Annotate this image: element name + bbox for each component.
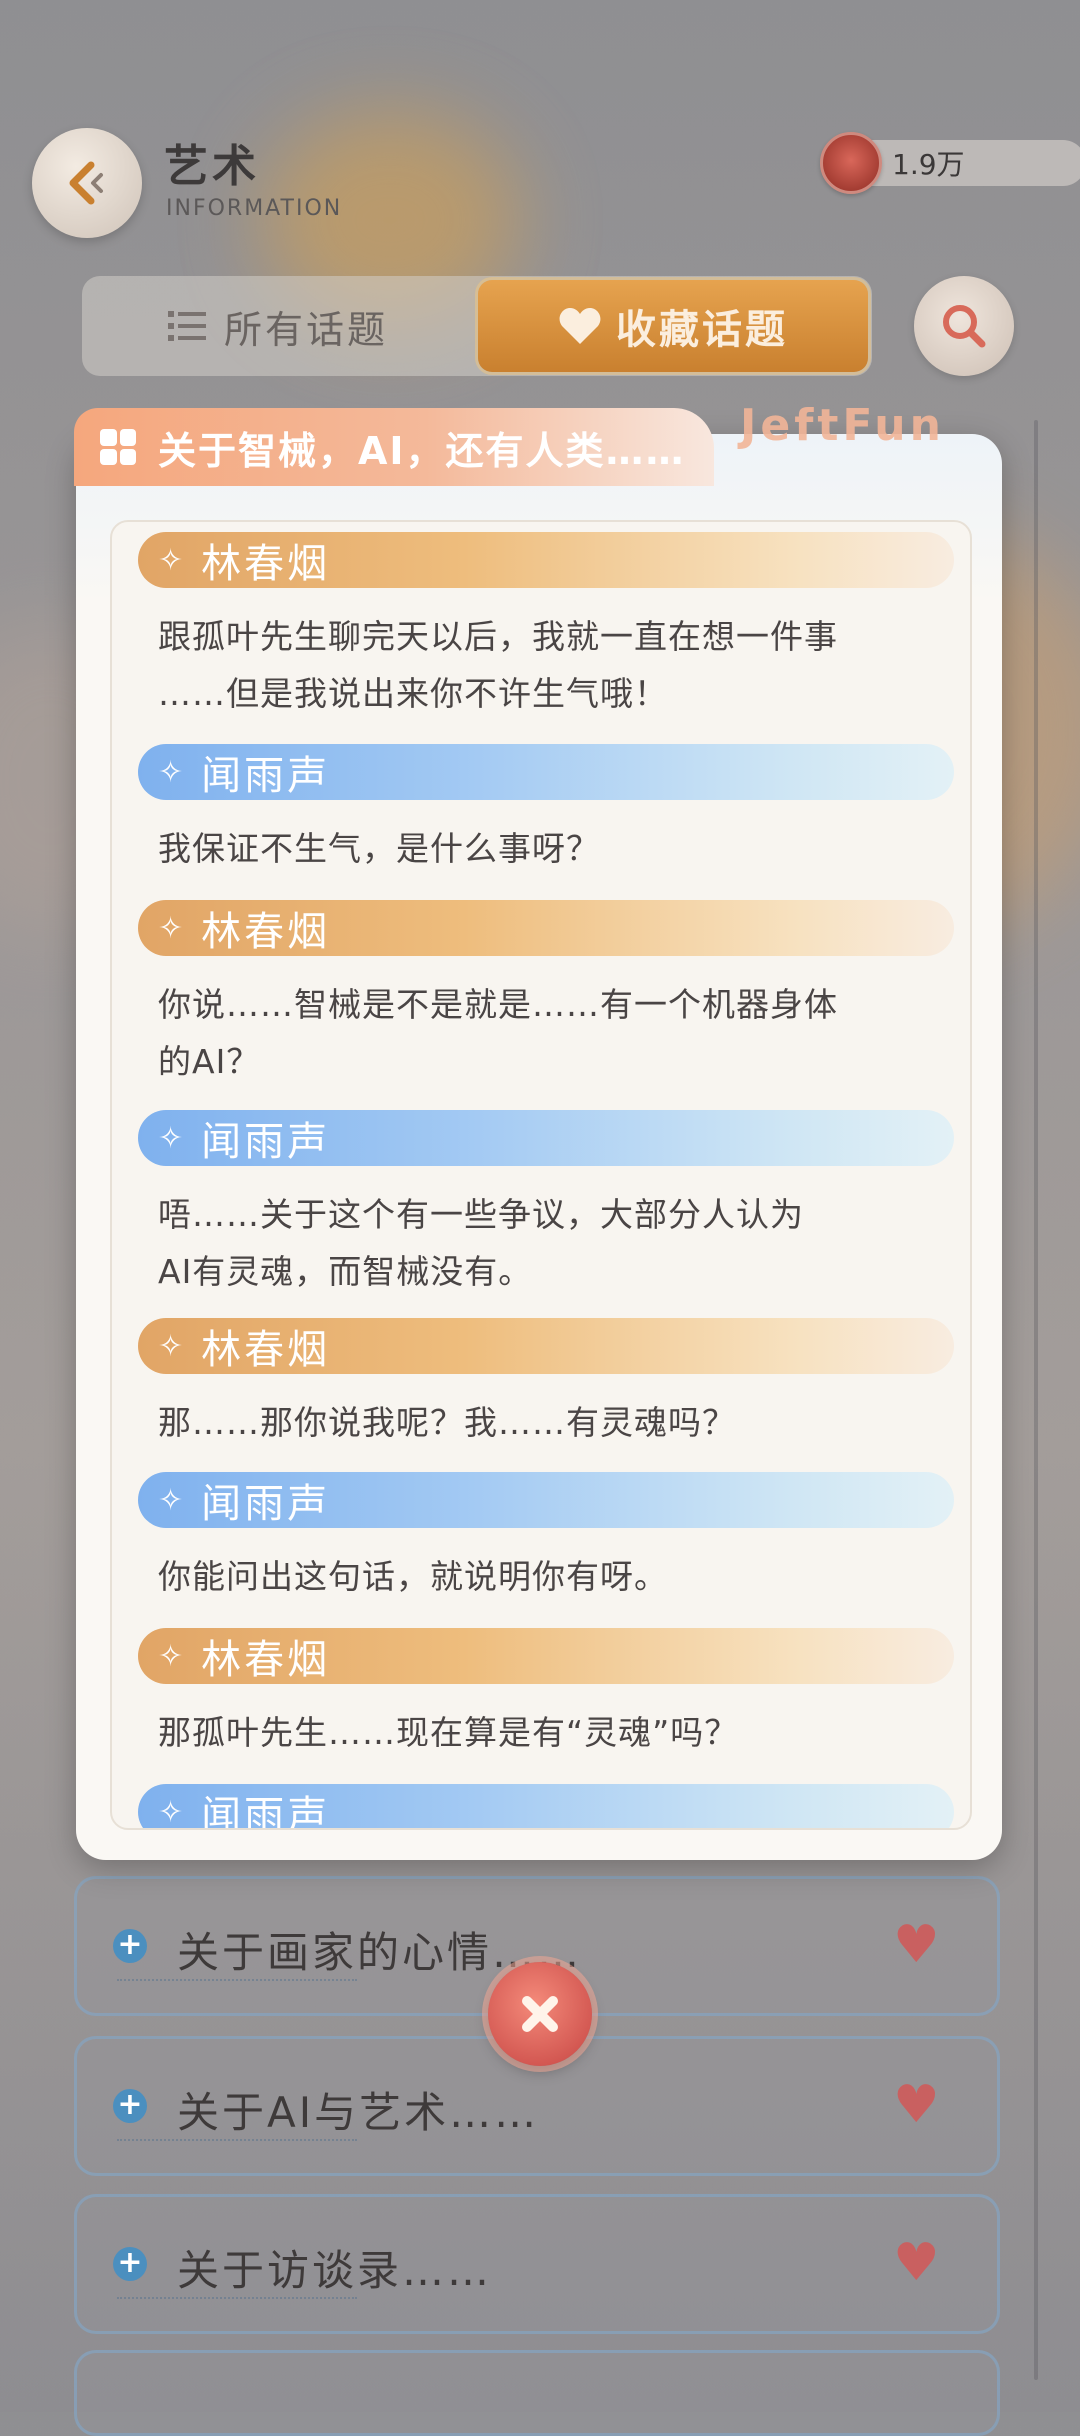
sparkle-icon: ✧ [158,1638,184,1674]
speaker-tag: ✧ 林春烟 [138,1318,954,1374]
topic-label: 关于访谈录…… [177,2246,493,2295]
close-button[interactable] [488,1962,592,2066]
sparkle-icon: ✧ [158,910,184,946]
topic-label: 关于AI与艺术…… [177,2088,540,2137]
search-icon [943,305,986,348]
add-icon: + [113,1929,147,1963]
ghost-text: JeftFun [740,400,945,451]
scrollbar[interactable] [1034,420,1038,2380]
favorite-heart-icon[interactable]: ♥ [893,2233,940,2293]
currency-value: 1.9万 [892,148,965,181]
sparkle-icon: ✧ [158,1794,184,1830]
speaker-tag: ✧ 林春烟 [138,900,954,956]
speaker-name: 林春烟 [201,541,331,587]
speaker-tag: ✧ 林春烟 [138,1628,954,1684]
speaker-name: 闻雨声 [201,1119,331,1165]
dialog-title: 关于智械，AI，还有人类…… [158,428,686,473]
message-line: 唔……关于这个有一些争议，大部分人认为 [158,1195,804,1234]
message-line: 跟孤叶先生聊完天以后，我就一直在想一件事 [158,617,838,656]
coin-icon [820,132,882,194]
sparkle-icon: ✧ [158,1328,184,1364]
speaker-name: 闻雨声 [201,1481,331,1527]
currency-display[interactable]: 1.9万 [820,132,1080,194]
close-icon [522,1996,558,2032]
tab-favorite-topics[interactable]: 收藏话题 [478,280,868,372]
favorite-heart-icon[interactable]: ♥ [893,1915,940,1975]
speaker-tag: ✧ 闻雨声 [138,1472,954,1528]
back-button[interactable] [32,128,142,238]
speaker-name: 林春烟 [201,1327,331,1373]
grid-icon [100,429,136,465]
favorite-heart-icon[interactable]: ♥ [893,2075,940,2135]
message-line: 我保证不生气，是什么事呀？ [158,829,600,868]
speaker-tag: ✧ 闻雨声 [138,744,954,800]
back-arrow-icon [69,161,103,205]
message-line: 你说……智械是不是就是……有一个机器身体 [158,985,838,1024]
topic-card[interactable]: + 关于访谈录…… ♥ [74,2194,1000,2334]
speaker-name: 林春烟 [201,1637,331,1683]
page-title: 艺术 [164,141,260,192]
card-decoration [117,2297,357,2303]
card-decoration [117,2139,357,2145]
speaker-tag: ✧ 林春烟 [138,532,954,588]
list-icon [167,311,206,341]
sparkle-icon: ✧ [158,542,184,578]
tab-all-label: 所有话题 [223,307,388,352]
sparkle-icon: ✧ [158,1120,184,1156]
heart-icon [559,308,601,344]
add-icon: + [113,2089,147,2123]
add-icon: + [113,2247,147,2281]
card-decoration [117,1979,357,1985]
sparkle-icon: ✧ [158,754,184,790]
message-line: 那孤叶先生……现在算是有“灵魂”吗？ [158,1713,739,1752]
message-line: 你能问出这句话，就说明你有呀。 [158,1557,668,1596]
message-line: AI有灵魂，而智械没有。 [158,1252,533,1291]
speaker-name: 闻雨声 [201,1793,331,1830]
page-subtitle: INFORMATION [166,196,343,221]
speaker-tag: ✧ 闻雨声 [138,1784,954,1830]
conversation-scroll-area[interactable]: ✧ 林春烟 跟孤叶先生聊完天以后，我就一直在想一件事 ……但是我说出来你不许生气… [110,520,972,1830]
message-line: 的AI？ [158,1042,261,1081]
tab-all-topics[interactable]: 所有话题 [82,276,474,376]
speaker-name: 林春烟 [201,909,331,955]
message-line: 那……那你说我呢？我……有灵魂吗？ [158,1403,736,1442]
message-line: ……但是我说出来你不许生气哦！ [158,674,668,713]
sparkle-icon: ✧ [158,1482,184,1518]
search-button[interactable] [914,276,1014,376]
topic-card[interactable] [74,2350,1000,2436]
speaker-tag: ✧ 闻雨声 [138,1110,954,1166]
speaker-name: 闻雨声 [201,753,331,799]
dialog-title-tab: 关于智械，AI，还有人类…… [74,408,714,486]
tab-favorite-label: 收藏话题 [616,307,788,353]
